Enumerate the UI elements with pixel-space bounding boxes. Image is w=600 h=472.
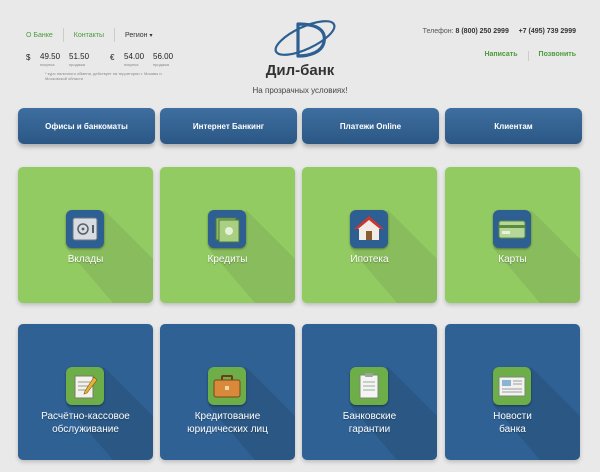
- exchange-rates: $ 49.50 покупка 51.50 продажа € 54.00 покуп…: [26, 52, 182, 67]
- tile-deposits[interactable]: Вклады: [18, 167, 153, 303]
- nav-offices-atms[interactable]: Офисы и банкоматы: [18, 108, 155, 144]
- phones: Телефон: 8 (800) 250 2999 +7 (495) 739 2…: [423, 28, 576, 35]
- tile-label: Кредитование юридических лиц: [160, 410, 295, 436]
- usd-buy-value: 49.50: [40, 52, 61, 61]
- logo-d-icon: [274, 20, 336, 58]
- rates-footnote: * курс наличного обмена, действует на те…: [45, 71, 162, 81]
- tile-bank-news[interactable]: Новости банка: [445, 324, 580, 460]
- tile-label: Ипотека: [350, 254, 389, 265]
- nav-clients[interactable]: Клиентам: [445, 108, 582, 144]
- tile-credits[interactable]: Кредиты: [160, 167, 295, 303]
- tile-label-line-1: Новости: [493, 411, 532, 422]
- tile-label: Новости банка: [445, 410, 580, 436]
- tile-cards[interactable]: Карты: [445, 167, 580, 303]
- top-links: О Банке Контакты Регион ▾: [26, 28, 153, 42]
- chevron-down-icon: ▾: [149, 32, 153, 39]
- nav-internet-banking[interactable]: Интернет Банкинг: [160, 108, 297, 144]
- usd-sell-value: 51.50: [69, 52, 90, 61]
- briefcase-icon: [208, 367, 246, 405]
- region-label: Регион: [125, 31, 148, 39]
- usd-symbol: $: [26, 53, 31, 62]
- tile-label: Кредиты: [207, 254, 248, 265]
- divider: [527, 51, 529, 61]
- write-link[interactable]: Написать: [484, 51, 517, 61]
- tile-label-line-1: Расчётно-кассовое: [41, 411, 130, 422]
- tile-corporate-lending[interactable]: Кредитование юридических лиц: [160, 324, 295, 460]
- tile-bank-guarantees[interactable]: Банковские гарантии: [302, 324, 437, 460]
- notepad-icon: [66, 367, 104, 405]
- tile-label-line-2: юридических лиц: [187, 424, 268, 435]
- call-link[interactable]: Позвонить: [539, 51, 576, 61]
- bank-logo[interactable]: [268, 10, 342, 66]
- sell-label: продажа: [153, 62, 169, 67]
- phone-2[interactable]: +7 (495) 739 2999: [519, 28, 576, 35]
- tile-cash-settlement[interactable]: Расчётно-кассовое обслуживание: [18, 324, 153, 460]
- slogan: На прозрачных условиях!: [252, 86, 348, 95]
- tile-label: Банковские гарантии: [302, 410, 437, 436]
- region-selector[interactable]: Регион ▾: [125, 32, 153, 39]
- card-icon: [493, 210, 531, 248]
- tile-label-line-1: Кредитование: [194, 411, 261, 422]
- contact-actions: Написать Позвонить: [484, 51, 576, 61]
- eur-buy: 54.00 покупка: [124, 52, 153, 67]
- tile-label: Вклады: [67, 254, 104, 265]
- eur-symbol: €: [110, 53, 115, 62]
- tile-label: Расчётно-кассовое обслуживание: [18, 410, 153, 436]
- sell-label: продажа: [69, 62, 85, 67]
- usd-buy: 49.50 покупка: [40, 52, 69, 67]
- divider: [62, 28, 64, 42]
- phone-1[interactable]: 8 (800) 250 2999: [456, 28, 509, 35]
- tile-label-line-2: гарантии: [348, 424, 391, 435]
- nav-payments-online[interactable]: Платежи Online: [302, 108, 439, 144]
- tile-label-line-2: банка: [499, 424, 526, 435]
- about-bank-link[interactable]: О Банке: [26, 32, 53, 39]
- contacts-link[interactable]: Контакты: [74, 32, 104, 39]
- eur-sell-value: 56.00: [153, 52, 174, 61]
- tile-label-line-1: Банковские: [342, 411, 397, 422]
- phone-label: Телефон:: [422, 28, 454, 35]
- main-nav: Офисы и банкоматы Интернет Банкинг Плате…: [18, 108, 582, 146]
- bank-name: Дил-банк: [265, 62, 335, 79]
- usd-sell: 51.50 продажа: [69, 52, 98, 67]
- eur-sell: 56.00 продажа: [153, 52, 182, 67]
- house-icon: [350, 210, 388, 248]
- tile-mortgage[interactable]: Ипотека: [302, 167, 437, 303]
- tile-label-line-2: обслуживание: [52, 424, 119, 435]
- document-icon: [350, 367, 388, 405]
- divider: [114, 28, 116, 42]
- money-icon: [208, 210, 246, 248]
- tile-label: Карты: [498, 254, 527, 265]
- buy-label: покупка: [124, 62, 139, 67]
- eur-buy-value: 54.00: [124, 52, 145, 61]
- safe-icon: [66, 210, 104, 248]
- buy-label: покупка: [40, 62, 55, 67]
- newspaper-icon: [493, 367, 531, 405]
